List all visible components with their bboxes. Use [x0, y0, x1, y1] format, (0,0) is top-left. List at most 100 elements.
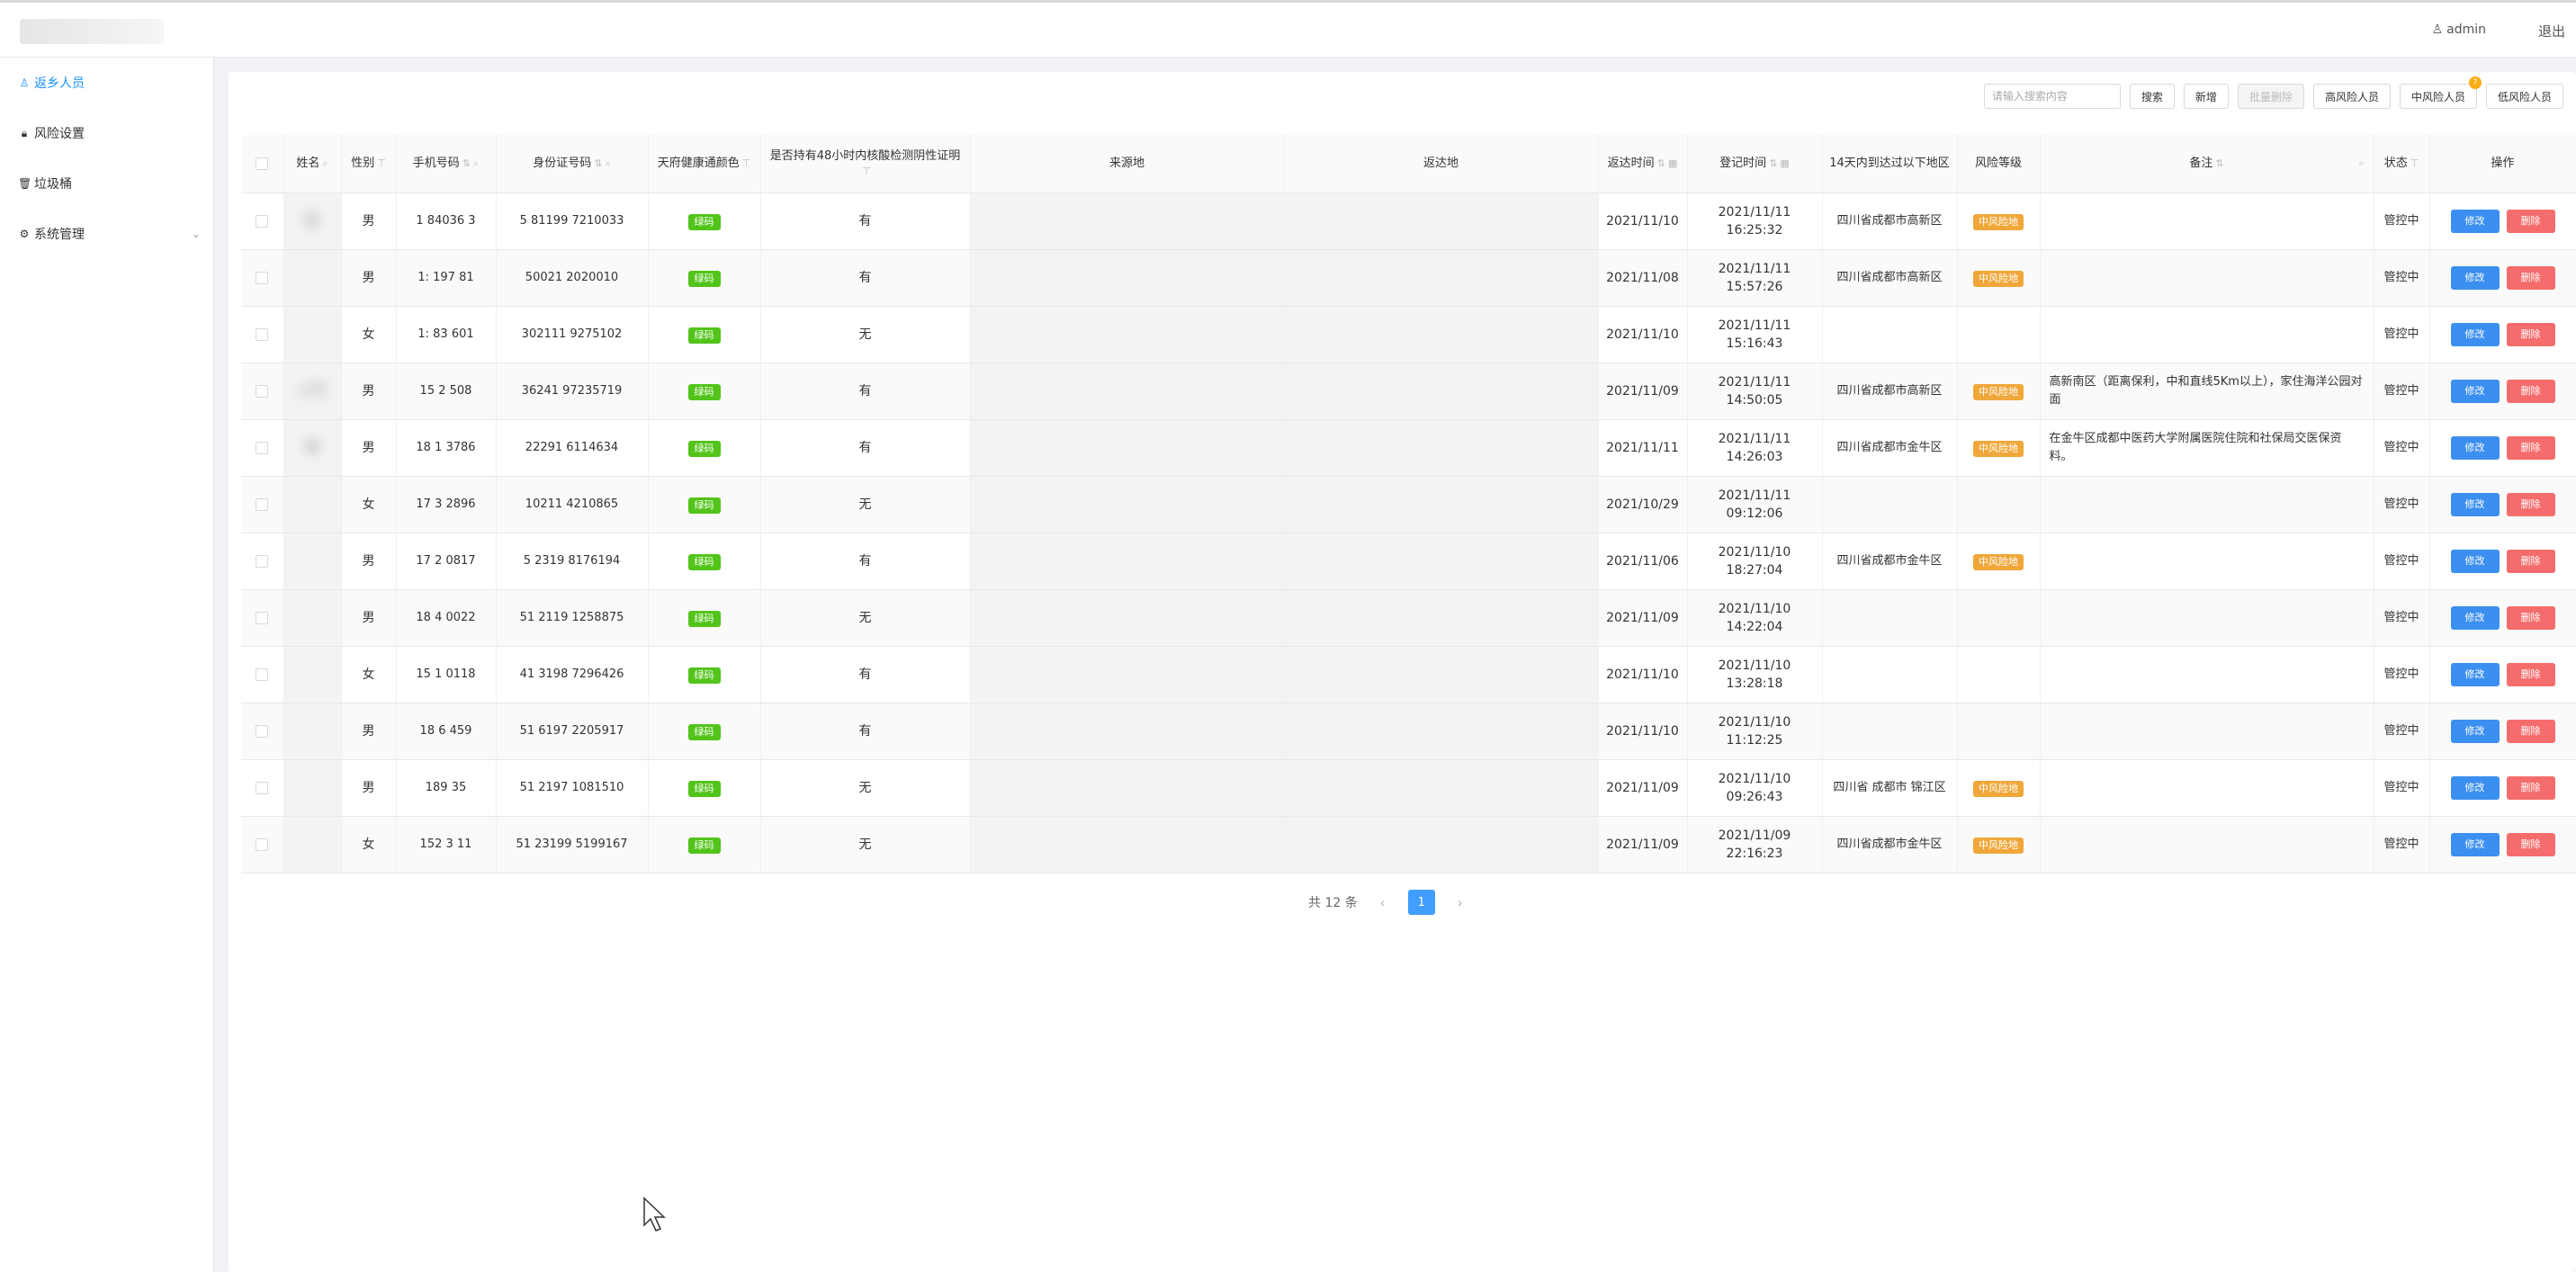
add-button[interactable]: 新增 — [2183, 84, 2229, 109]
table-row[interactable]: 男 17 2 0817 5 2319 8176194 绿码 有 2021/11/06 202… — [241, 533, 2576, 590]
col-note[interactable]: 备注 ⇅ ⌕ — [2040, 135, 2374, 193]
delete-button[interactable]: 删除 — [2506, 832, 2555, 856]
mid-risk-button[interactable]: 中风险人员 ? — [2399, 76, 2482, 109]
delete-button[interactable]: 删除 — [2506, 719, 2555, 743]
row-checkbox-cell[interactable] — [241, 193, 284, 250]
table-row[interactable]: 女 1: 83 601 302111 9275102 绿码 无 2021/11/10 202… — [241, 306, 2576, 363]
edit-button[interactable]: 修改 — [2450, 832, 2500, 856]
delete-button[interactable]: 删除 — [2506, 549, 2555, 573]
filter-icon[interactable]: ⊤ — [742, 157, 751, 169]
edit-button[interactable]: 修改 — [2450, 719, 2500, 743]
edit-button[interactable]: 修改 — [2450, 775, 2500, 800]
row-checkbox[interactable] — [256, 497, 269, 511]
delete-button[interactable]: 删除 — [2506, 435, 2555, 460]
sidebar-item[interactable]: ⚙ 系统管理 ⌄ — [0, 209, 213, 259]
row-checkbox-cell[interactable] — [241, 419, 284, 477]
row-checkbox[interactable] — [256, 611, 269, 624]
delete-button[interactable]: 删除 — [2506, 775, 2555, 800]
filter-icon[interactable]: ⊤ — [862, 166, 871, 177]
row-checkbox-cell[interactable] — [241, 533, 284, 590]
delete-button[interactable]: 删除 — [2506, 492, 2555, 516]
col-status[interactable]: 状态 ⊤ — [2374, 135, 2430, 193]
row-checkbox[interactable] — [256, 724, 269, 738]
calendar-icon[interactable]: ▦ — [1668, 157, 1677, 169]
row-checkbox[interactable] — [256, 271, 269, 284]
table-row[interactable]: 1 鬥 男 15 2 508 36241 97235719 绿码 有 2021/11/09 2… — [241, 363, 2576, 420]
row-checkbox-cell[interactable] — [241, 759, 284, 817]
delete-button[interactable]: 删除 — [2506, 605, 2555, 630]
sort-icon[interactable]: ⇅ — [2215, 157, 2223, 169]
table-row[interactable]: 男 18 6 459 51 6197 2205917 绿码有 2021/11/10 202… — [241, 703, 2576, 760]
sort-icon[interactable]: ⇅ — [1657, 157, 1665, 169]
row-checkbox[interactable] — [256, 327, 269, 341]
sidebar-item[interactable]: 🔒︎ 风险设置 — [0, 108, 213, 158]
page-number[interactable]: 1 — [1407, 890, 1435, 915]
low-risk-button[interactable]: 低风险人员 — [2485, 84, 2563, 109]
row-checkbox-cell[interactable] — [241, 646, 284, 703]
edit-button[interactable]: 修改 — [2450, 322, 2500, 346]
col-phone[interactable]: 手机号码 ⇅ ⌕ — [396, 135, 497, 193]
delete-button[interactable]: 删除 — [2506, 662, 2555, 686]
row-checkbox[interactable] — [256, 838, 269, 851]
edit-button[interactable]: 修改 — [2450, 435, 2500, 460]
table-row[interactable]: 男 18 4 0022 51 2119 1258875 绿码 无 2021/11/09 20… — [241, 589, 2576, 647]
batch-delete-button[interactable]: 批量删除 — [2237, 84, 2304, 109]
col-name[interactable]: 姓名 ⌕ — [283, 135, 342, 193]
table-row[interactable]: 男 189 35 51 2197 1081510 绿码 无 2021/11/09 2021/… — [241, 759, 2576, 817]
edit-button[interactable]: 修改 — [2450, 662, 2500, 686]
select-all-checkbox-cell[interactable] — [241, 135, 284, 193]
search-button[interactable]: 搜索 — [2129, 84, 2175, 109]
col-return-time[interactable]: 返达时间 ⇅ ▦ — [1598, 135, 1688, 193]
select-all-checkbox[interactable] — [256, 157, 269, 170]
table-row[interactable]: 寿男 18 1 3786 22291 6114634 绿码有 2021/11/11 202… — [241, 419, 2576, 477]
delete-button[interactable]: 删除 — [2506, 265, 2555, 290]
row-checkbox[interactable] — [256, 214, 269, 228]
search-icon[interactable]: ⌕ — [322, 157, 328, 169]
row-checkbox[interactable] — [256, 384, 269, 398]
row-checkbox-cell[interactable] — [241, 589, 284, 647]
row-checkbox[interactable] — [256, 441, 269, 454]
filter-icon[interactable]: ⊤ — [2410, 157, 2419, 169]
edit-button[interactable]: 修改 — [2450, 379, 2500, 403]
sort-icon[interactable]: ⇅ — [594, 157, 602, 169]
delete-button[interactable]: 删除 — [2506, 322, 2555, 346]
row-checkbox-cell[interactable] — [241, 249, 284, 307]
next-page-icon[interactable]: › — [1448, 890, 1473, 915]
logout-link[interactable]: 退出 — [2538, 22, 2565, 40]
row-checkbox-cell[interactable] — [241, 816, 284, 873]
edit-button[interactable]: 修改 — [2450, 209, 2500, 233]
sidebar-item[interactable]: ♙ 返乡人员 — [0, 58, 213, 108]
search-icon[interactable]: ⌕ — [2358, 156, 2364, 171]
search-input[interactable] — [1983, 84, 2121, 109]
col-register-time[interactable]: 登记时间 ⇅ ▦ — [1687, 135, 1823, 193]
col-gender[interactable]: 性别 ⊤ — [341, 135, 397, 193]
row-checkbox[interactable] — [256, 554, 269, 568]
col-health-code[interactable]: 天府健康通颜色 ⊤ — [648, 135, 761, 193]
filter-icon[interactable]: ⊤ — [377, 157, 386, 169]
row-checkbox-cell[interactable] — [241, 363, 284, 420]
table-row[interactable]: 女 152 3 11 51 23199 5199167 绿码无 2021/11/09 20… — [241, 816, 2576, 873]
row-checkbox-cell[interactable] — [241, 306, 284, 363]
high-risk-button[interactable]: 高风险人员 — [2312, 84, 2391, 109]
table-row[interactable]: 女 17 3 2896 10211 4210865 绿码 无 2021/10/29 2021… — [241, 476, 2576, 533]
row-checkbox-cell[interactable] — [241, 703, 284, 760]
row-checkbox-cell[interactable] — [241, 476, 284, 533]
delete-button[interactable]: 删除 — [2506, 209, 2555, 233]
row-checkbox[interactable] — [256, 781, 269, 794]
calendar-icon[interactable]: ▦ — [1780, 157, 1789, 169]
col-id[interactable]: 身份证号码 ⇅ ⌕ — [496, 135, 649, 193]
delete-button[interactable]: 删除 — [2506, 379, 2555, 403]
table-row[interactable]: 男 1: 197 81 50021 2020010 绿码 有 2021/11/08 2021… — [241, 249, 2576, 307]
sort-icon[interactable]: ⇅ — [462, 157, 471, 169]
search-icon[interactable]: ⌕ — [473, 157, 479, 169]
prev-page-icon[interactable]: ‹ — [1370, 890, 1396, 915]
sidebar-item[interactable]: 🗑︎ 垃圾桶 — [0, 158, 213, 209]
edit-button[interactable]: 修改 — [2450, 265, 2500, 290]
edit-button[interactable]: 修改 — [2450, 605, 2500, 630]
row-checkbox[interactable] — [256, 667, 269, 681]
col-nucleic-test[interactable]: 是否持有48小时内核酸检测阴性证明⊤ — [760, 135, 971, 193]
sort-icon[interactable]: ⇅ — [1769, 157, 1777, 169]
table-row[interactable]: 女 15 1 0118 41 3198 7296426 绿码有 2021/11/10 20… — [241, 646, 2576, 703]
search-icon[interactable]: ⌕ — [606, 157, 611, 169]
edit-button[interactable]: 修改 — [2450, 549, 2500, 573]
